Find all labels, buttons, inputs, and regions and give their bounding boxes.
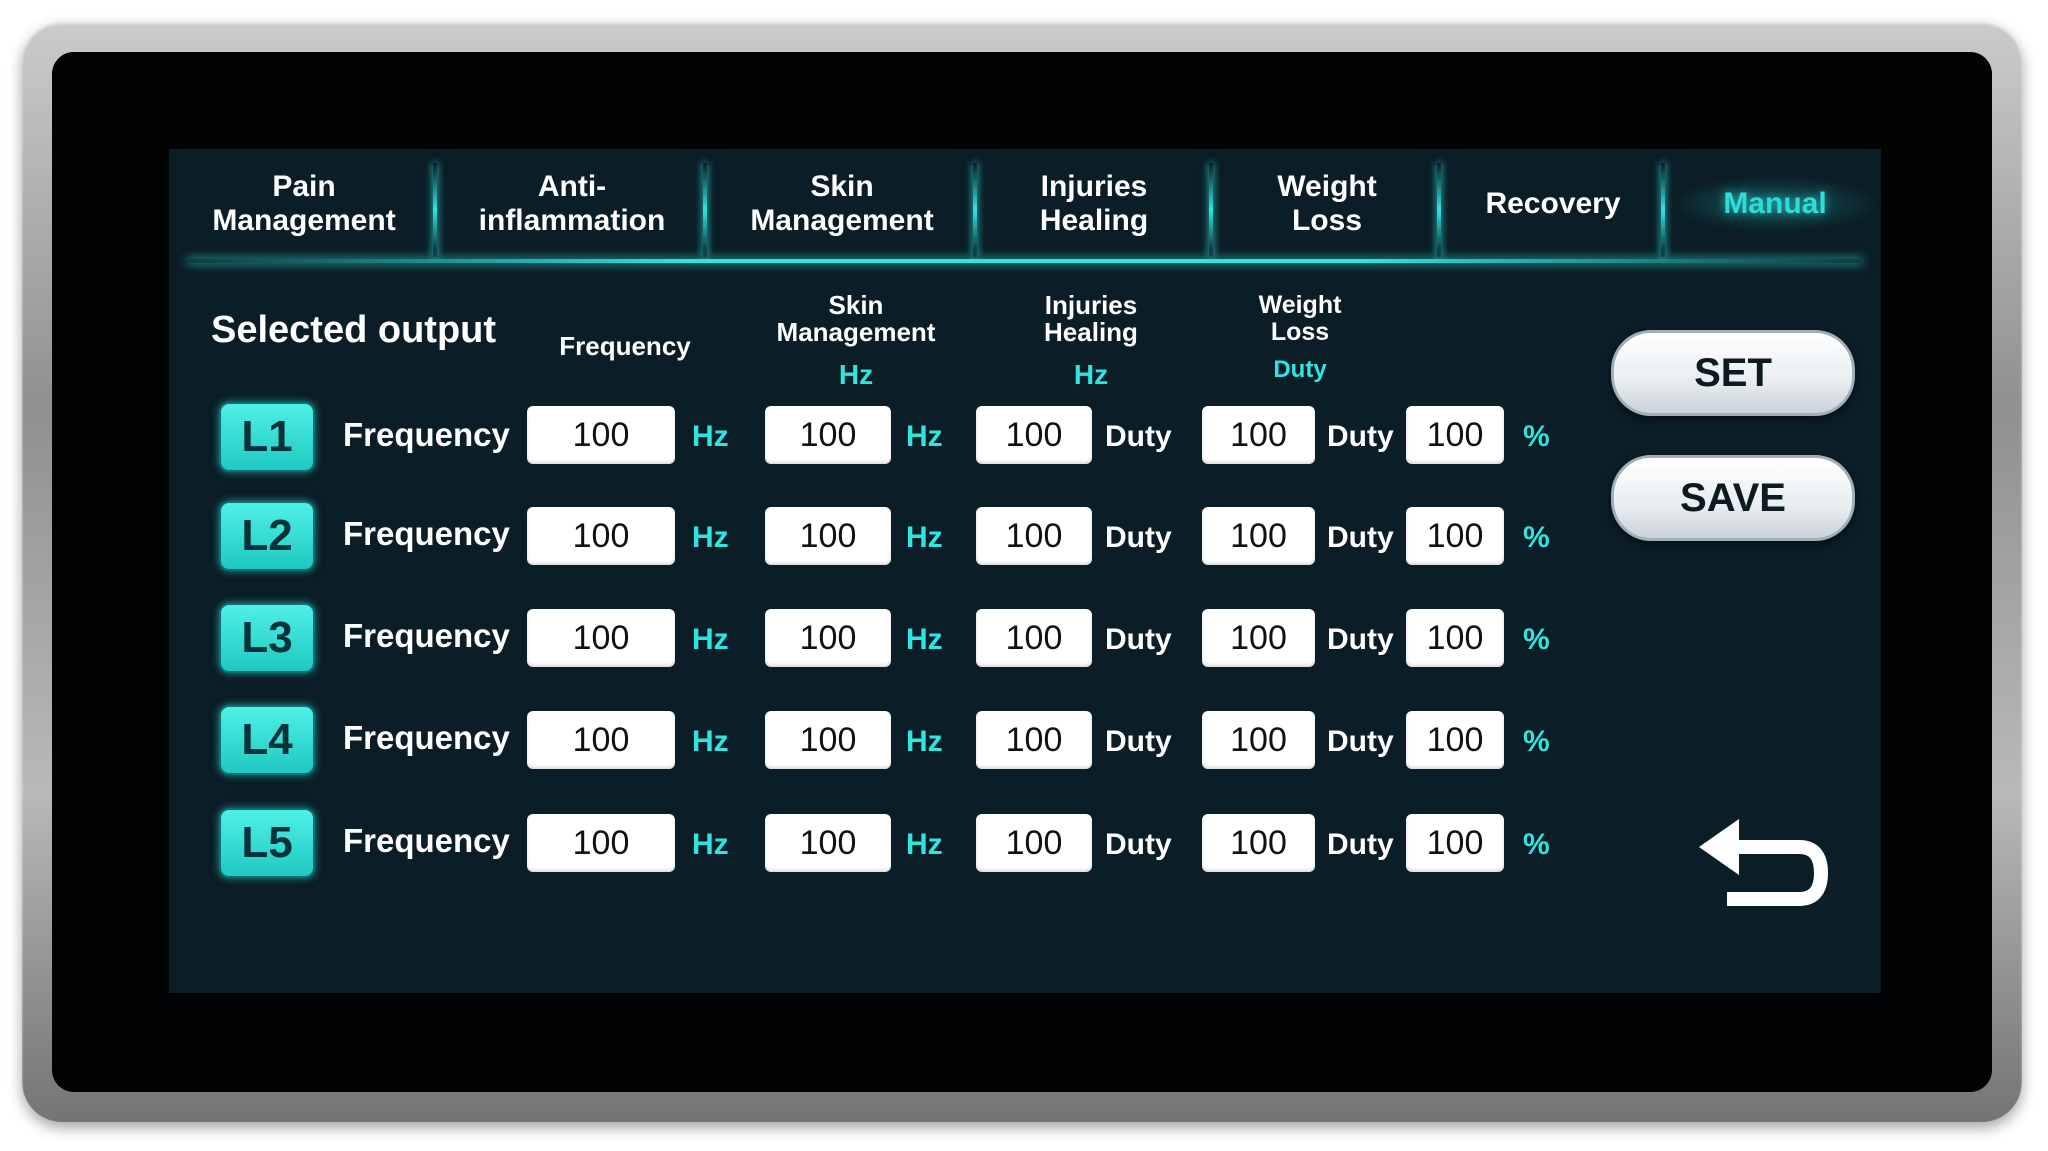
l4-injuries-healing-field[interactable]: 100: [976, 711, 1092, 769]
unit-label: Duty: [1327, 521, 1394, 554]
l3-skin-management-field[interactable]: 100: [765, 609, 891, 667]
unit-label: Hz: [906, 623, 943, 656]
unit-label: Duty: [1105, 521, 1172, 554]
unit-label: Hz: [906, 725, 943, 758]
unit-label: %: [1523, 725, 1550, 758]
tab-recovery[interactable]: Recovery: [1445, 161, 1661, 247]
touch-screen: Pain Management Anti- inflammation Skin …: [169, 149, 1881, 993]
l3-frequency-field[interactable]: 100: [527, 609, 675, 667]
tab-pain-management[interactable]: Pain Management: [179, 161, 429, 247]
l2-injuries-healing-field[interactable]: 100: [976, 507, 1092, 565]
output-l3-button[interactable]: L3: [219, 603, 315, 673]
unit-label: Hz: [692, 521, 729, 554]
unit-label: %: [1523, 623, 1550, 656]
column-header-skin-management: Skin Management: [776, 290, 936, 347]
unit-label: Hz: [906, 828, 943, 861]
row-label-frequency: Frequency: [343, 822, 510, 859]
l2-weight-loss-field[interactable]: 100: [1202, 507, 1315, 565]
tab-divider: [1661, 163, 1665, 257]
output-l5-button[interactable]: L5: [219, 808, 315, 878]
l3-injuries-healing-field[interactable]: 100: [976, 609, 1092, 667]
unit-label: %: [1523, 420, 1550, 453]
l5-weight-loss-field[interactable]: 100: [1202, 814, 1315, 872]
l1-frequency-field[interactable]: 100: [527, 406, 675, 464]
l2-skin-management-field[interactable]: 100: [765, 507, 891, 565]
unit-label: %: [1523, 521, 1550, 554]
unit-label: Duty: [1327, 420, 1394, 453]
tab-injuries-healing[interactable]: Injuries Healing: [981, 161, 1207, 247]
tab-underline: [187, 259, 1863, 263]
l1-skin-management-field[interactable]: 100: [765, 406, 891, 464]
l3-duty-percent-field[interactable]: 100: [1406, 609, 1504, 667]
column-header-weight-loss: Weight Loss: [1258, 291, 1342, 346]
l4-skin-management-field[interactable]: 100: [765, 711, 891, 769]
l1-weight-loss-field[interactable]: 100: [1202, 406, 1315, 464]
row-label-frequency: Frequency: [343, 617, 510, 654]
tab-manual[interactable]: Manual: [1669, 161, 1881, 247]
l1-duty-percent-field[interactable]: 100: [1406, 406, 1504, 464]
row-label-frequency: Frequency: [343, 416, 510, 453]
l2-frequency-field[interactable]: 100: [527, 507, 675, 565]
column-unit-injuries-healing: Hz: [1073, 359, 1109, 390]
l4-duty-percent-field[interactable]: 100: [1406, 711, 1504, 769]
output-l1-button[interactable]: L1: [219, 402, 315, 472]
tab-divider: [703, 163, 707, 257]
save-button[interactable]: SAVE: [1611, 455, 1855, 541]
tab-divider: [1209, 163, 1213, 257]
set-button[interactable]: SET: [1611, 330, 1855, 416]
unit-label: Duty: [1105, 623, 1172, 656]
unit-label: %: [1523, 828, 1550, 861]
unit-label: Hz: [906, 521, 943, 554]
selected-output-title: Selected output: [211, 309, 497, 351]
tab-divider: [973, 163, 977, 257]
l5-skin-management-field[interactable]: 100: [765, 814, 891, 872]
l5-injuries-healing-field[interactable]: 100: [976, 814, 1092, 872]
l5-duty-percent-field[interactable]: 100: [1406, 814, 1504, 872]
output-l2-button[interactable]: L2: [219, 501, 315, 571]
unit-label: Duty: [1105, 828, 1172, 861]
column-unit-skin-management: Hz: [838, 359, 874, 390]
mode-tab-bar: Pain Management Anti- inflammation Skin …: [169, 149, 1881, 259]
tab-weight-loss[interactable]: Weight Loss: [1217, 161, 1437, 247]
unit-label: Duty: [1105, 725, 1172, 758]
unit-label: Duty: [1327, 623, 1394, 656]
column-header-injuries-healing: Injuries Healing: [1044, 290, 1138, 347]
column-header-frequency: Frequency: [559, 331, 691, 361]
l5-frequency-field[interactable]: 100: [527, 814, 675, 872]
tab-anti-inflammation[interactable]: Anti- inflammation: [441, 161, 703, 247]
column-unit-weight-loss: Duty: [1273, 356, 1327, 383]
l4-weight-loss-field[interactable]: 100: [1202, 711, 1315, 769]
unit-label: Hz: [692, 828, 729, 861]
output-l4-button[interactable]: L4: [219, 705, 315, 775]
unit-label: Hz: [692, 420, 729, 453]
unit-label: Hz: [906, 420, 943, 453]
tab-skin-management[interactable]: Skin Management: [711, 161, 973, 247]
tab-divider: [433, 163, 437, 257]
unit-label: Duty: [1327, 725, 1394, 758]
l3-weight-loss-field[interactable]: 100: [1202, 609, 1315, 667]
l1-injuries-healing-field[interactable]: 100: [976, 406, 1092, 464]
unit-label: Hz: [692, 623, 729, 656]
l2-duty-percent-field[interactable]: 100: [1406, 507, 1504, 565]
tab-divider: [1437, 163, 1441, 257]
l4-frequency-field[interactable]: 100: [527, 711, 675, 769]
row-label-frequency: Frequency: [343, 515, 510, 552]
unit-label: Duty: [1327, 828, 1394, 861]
unit-label: Duty: [1105, 420, 1172, 453]
return-arrow-icon[interactable]: [1699, 817, 1829, 927]
row-label-frequency: Frequency: [343, 719, 510, 756]
unit-label: Hz: [692, 725, 729, 758]
